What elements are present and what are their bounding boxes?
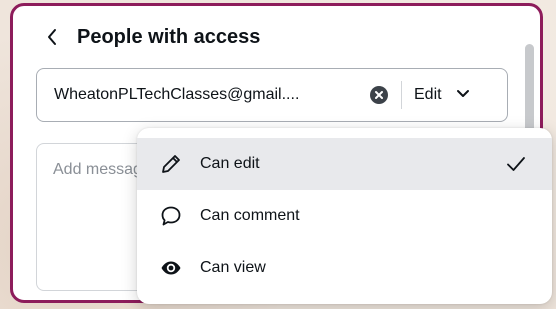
- menu-item-label: Can comment: [200, 207, 300, 224]
- speech-bubble-icon: [159, 204, 183, 228]
- chevron-down-icon: [456, 86, 470, 104]
- pencil-icon: [159, 152, 183, 176]
- invitee-field[interactable]: WheatonPLTechClasses@gmail.... Edit: [36, 68, 508, 122]
- menu-item-can-edit[interactable]: Can edit: [137, 138, 552, 190]
- menu-item-label: Can view: [200, 259, 266, 276]
- page-title: People with access: [77, 25, 261, 48]
- checkmark-icon: [504, 152, 528, 176]
- clear-icon[interactable]: [369, 85, 389, 105]
- role-dropdown-menu: Can edit Can comment Can view: [137, 128, 552, 304]
- invitee-email[interactable]: WheatonPLTechClasses@gmail....: [54, 86, 359, 104]
- menu-item-can-view[interactable]: Can view: [137, 242, 552, 294]
- role-select-label: Edit: [414, 86, 442, 103]
- role-select[interactable]: Edit: [414, 86, 470, 104]
- eye-icon: [159, 256, 183, 280]
- menu-item-can-comment[interactable]: Can comment: [137, 190, 552, 242]
- panel-header: People with access: [43, 24, 260, 50]
- field-divider: [401, 81, 402, 109]
- back-chevron-icon[interactable]: [43, 24, 61, 50]
- menu-item-label: Can edit: [200, 155, 260, 172]
